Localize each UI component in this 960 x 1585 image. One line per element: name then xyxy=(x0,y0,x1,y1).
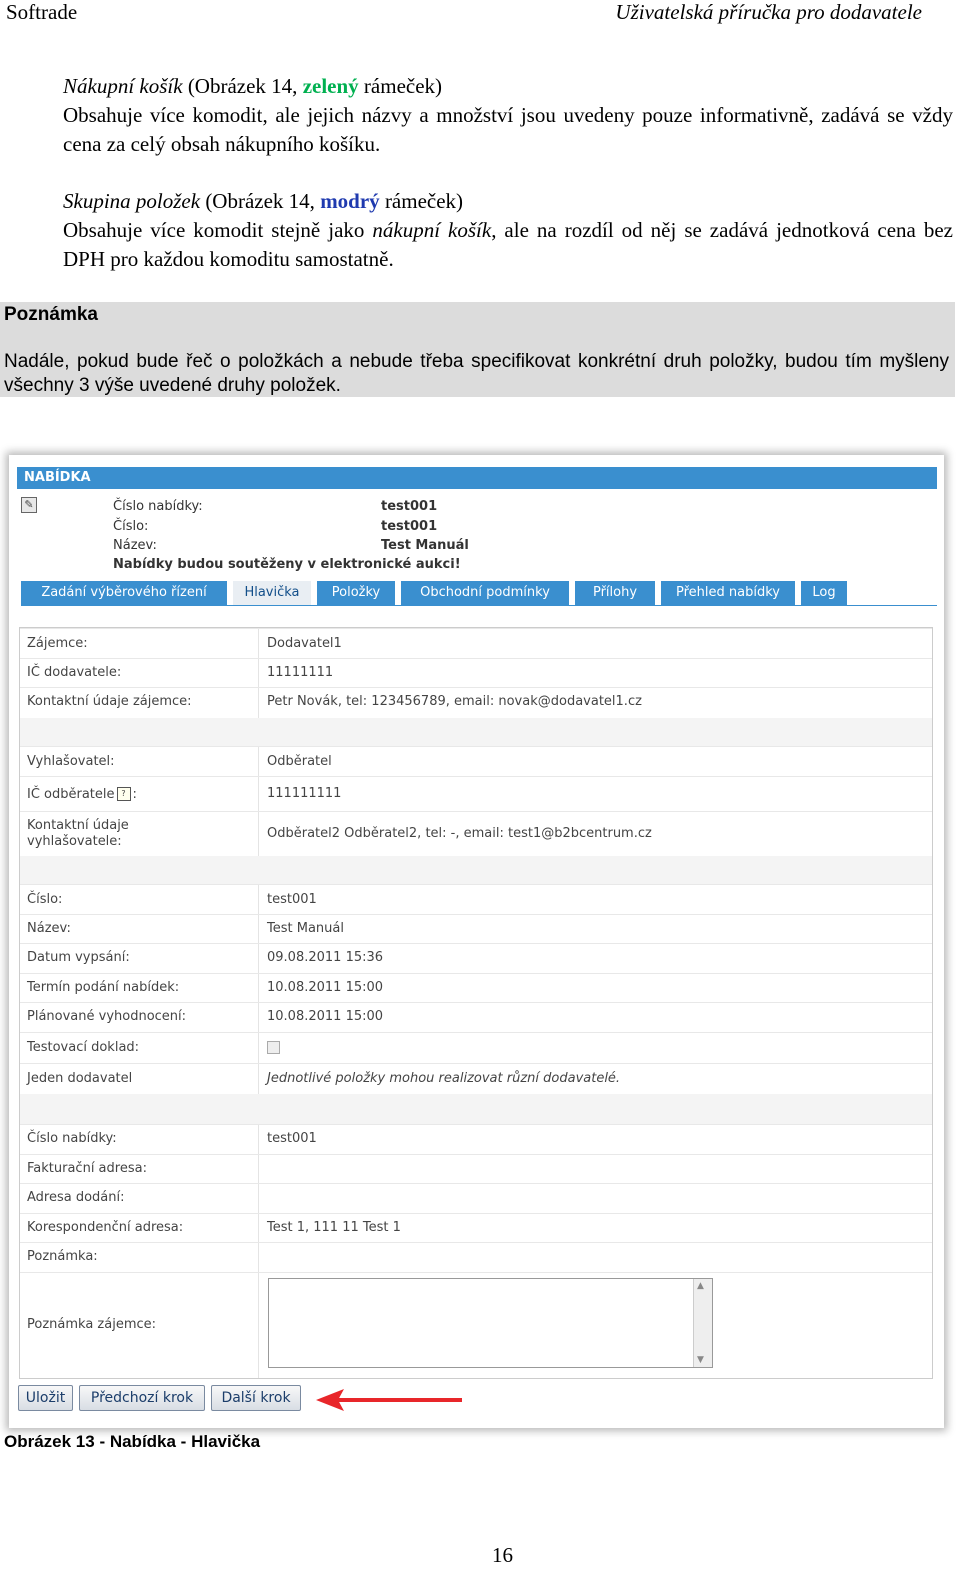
name-label: Název: xyxy=(113,538,157,553)
blue-label: modrý xyxy=(320,189,380,213)
field-value: 10.08.2011 15:00 xyxy=(267,980,384,995)
field-value: 10.08.2011 15:00 xyxy=(267,1009,384,1024)
page-number: 16 xyxy=(492,1543,513,1567)
paragraph-nakupni-kosik: Nákupní košík (Obrázek 14, zelený rámeče… xyxy=(63,72,953,159)
paragraph-skupina-polozek: Skupina položek (Obrázek 14, modrý rámeč… xyxy=(63,187,953,274)
field-value: 11111111 xyxy=(267,665,334,680)
form-row: Adresa dodání: xyxy=(20,1183,932,1214)
form-row: Plánované vyhodnocení: 10.08.2011 15:00 xyxy=(20,1002,932,1033)
field-label: Jeden dodavatel xyxy=(27,1071,133,1086)
form-row: Vyhlašovatel: Odběratel xyxy=(20,746,932,777)
header-form: Zájemce: Dodavatel1 IČ dodavatele: 11111… xyxy=(19,627,933,1379)
field-label: Testovací doklad: xyxy=(27,1040,140,1055)
field-label: Číslo nabídky: xyxy=(27,1131,117,1146)
field-label: IČ odběratele?: xyxy=(27,787,137,802)
field-label: Poznámka zájemce: xyxy=(27,1317,157,1332)
scroll-up-icon[interactable]: ▲ xyxy=(697,1281,704,1291)
form-row: Korespondenční adresa: Test 1, 111 11 Te… xyxy=(20,1213,932,1243)
field-value: test001 xyxy=(267,892,317,907)
tab-polozky[interactable]: Položky xyxy=(317,581,395,605)
tab-hlavicka[interactable]: Hlavička xyxy=(233,581,311,605)
applicant-note-textarea[interactable]: ▲ ▼ xyxy=(268,1278,713,1368)
form-row: Termín podání nabídek: 10.08.2011 15:00 xyxy=(20,973,932,1003)
field-label: Vyhlašovatel: xyxy=(27,754,115,769)
scroll-down-icon[interactable]: ▼ xyxy=(697,1355,704,1365)
field-label: Fakturační adresa: xyxy=(27,1161,147,1176)
help-icon[interactable]: ? xyxy=(116,787,131,801)
field-label: Datum vypsání: xyxy=(27,950,130,965)
figure-screenshot: NABÍDKA ✎ Číslo nabídky: test001 Číslo: … xyxy=(9,455,944,1428)
figure-caption: Obrázek 13 - Nabídka - Hlavička xyxy=(4,1432,261,1451)
field-label: Poznámka: xyxy=(27,1249,98,1264)
field-label: Adresa dodání: xyxy=(27,1190,125,1205)
field-value: Test Manuál xyxy=(267,921,344,936)
auction-notice: Nabídky budou soutěženy v elektronické a… xyxy=(113,557,461,572)
form-row: Číslo nabídky: test001 xyxy=(20,1124,932,1155)
note-text: Nadále, pokud bude řeč o položkách a neb… xyxy=(4,351,949,396)
tab-obchodni-podminky[interactable]: Obchodní podmínky xyxy=(401,581,569,605)
tab-prehled-nabidky[interactable]: Přehled nabídky xyxy=(661,581,795,605)
tab-log[interactable]: Log xyxy=(801,581,847,605)
field-label: Název: xyxy=(27,921,71,936)
red-arrow-icon xyxy=(316,1389,462,1411)
field-value: 111111111 xyxy=(267,786,342,801)
field-label: Korespondenční adresa: xyxy=(27,1220,184,1235)
offer-number-value: test001 xyxy=(381,499,438,514)
textarea-scrollbar[interactable]: ▲ ▼ xyxy=(693,1279,712,1367)
form-row: IČ odběratele?: 111111111 xyxy=(20,776,932,812)
previous-step-button[interactable]: Předchozí krok xyxy=(79,1385,205,1411)
tab-zadani[interactable]: Zadání výběrového řízení xyxy=(21,581,227,605)
field-value: Dodavatel1 xyxy=(267,636,342,651)
paragraph-body: Obsahuje více komodit stejně jako nákupn… xyxy=(63,218,953,271)
field-label: Termín podání nabídek: xyxy=(27,980,180,995)
number-label: Číslo: xyxy=(113,519,149,534)
save-button[interactable]: Uložit xyxy=(18,1385,73,1411)
field-label: Kontaktní údaje vyhlašovatele: xyxy=(27,818,129,849)
number-value: test001 xyxy=(381,519,438,534)
field-value: Odběratel xyxy=(267,754,332,769)
field-value: Test 1, 111 11 Test 1 xyxy=(267,1220,401,1235)
field-value: test001 xyxy=(267,1131,317,1146)
form-row: Testovací doklad: xyxy=(20,1032,932,1064)
field-value: Jednotlivé položky mohou realizovat různ… xyxy=(267,1071,621,1086)
field-label: IČ dodavatele: xyxy=(27,665,122,680)
section-gap xyxy=(20,856,932,884)
panel-title: NABÍDKA xyxy=(17,467,937,489)
field-label: Číslo: xyxy=(27,892,63,907)
form-row: Jeden dodavatel Jednotlivé položky mohou… xyxy=(20,1063,932,1094)
form-row: Název: Test Manuál xyxy=(20,914,932,944)
header-left: Softrade xyxy=(6,0,78,24)
form-row: Zájemce: Dodavatel1 xyxy=(20,628,932,659)
green-label: zelený xyxy=(302,74,359,98)
form-row: IČ dodavatele: 11111111 xyxy=(20,658,932,688)
paragraph-body: Obsahuje více komodit, ale jejich názvy … xyxy=(63,103,953,156)
note-box: Poznámka Nadále, pokud bude řeč o položk… xyxy=(0,302,955,397)
field-label: Kontaktní údaje zájemce: xyxy=(27,694,192,709)
section-gap xyxy=(20,1094,932,1124)
field-value: Odběratel2 Odběratel2, tel: -, email: te… xyxy=(267,826,652,841)
field-value: Petr Novák, tel: 123456789, email: novak… xyxy=(267,694,642,709)
form-row: Poznámka: xyxy=(20,1242,932,1273)
header-right: Uživatelská příručka pro dodavatele xyxy=(615,0,922,24)
tab-prilohy[interactable]: Přílohy xyxy=(575,581,655,605)
offer-number-label: Číslo nabídky: xyxy=(113,499,203,514)
section-gap xyxy=(20,718,932,746)
field-label: Plánované vyhodnocení: xyxy=(27,1009,187,1024)
test-document-checkbox[interactable] xyxy=(267,1041,280,1054)
form-row: Fakturační adresa: xyxy=(20,1154,932,1184)
document-icon[interactable]: ✎ xyxy=(21,497,37,513)
paragraph-title: Nákupní košík (Obrázek 14, zelený rámeče… xyxy=(63,74,443,98)
form-row: Datum vypsání: 09.08.2011 15:36 xyxy=(20,943,932,974)
form-row: Kontaktní údaje vyhlašovatele: Odběratel2… xyxy=(20,811,932,856)
name-value: Test Manuál xyxy=(381,538,469,553)
paragraph-title: Skupina položek (Obrázek 14, modrý rámeč… xyxy=(63,189,464,213)
next-step-button[interactable]: Další krok xyxy=(211,1385,301,1411)
form-row: Kontaktní údaje zájemce: Petr Novák, tel… xyxy=(20,687,932,718)
form-row: Číslo: test001 xyxy=(20,884,932,915)
field-value: 09.08.2011 15:36 xyxy=(267,950,384,965)
tab-bar: Zadání výběrového řízení Hlavička Položk… xyxy=(21,581,937,606)
field-label: Zájemce: xyxy=(27,636,88,651)
note-title: Poznámka xyxy=(4,304,98,325)
